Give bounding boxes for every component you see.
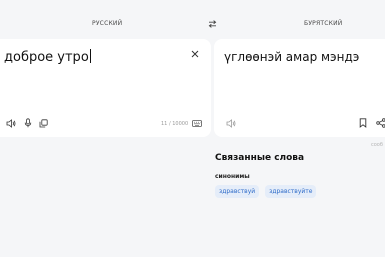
bookmark-icon: [359, 118, 367, 128]
share-button[interactable]: [375, 117, 385, 129]
synonyms-title: синонимы: [215, 173, 250, 180]
virtual-keyboard-button[interactable]: [191, 117, 203, 129]
related-words-section: Связанные слова синонимы здравствуй здра…: [215, 153, 385, 198]
translator-page: РУССКИЙ БУРЯТСКИЙ доброе утро 11 / 10000…: [0, 0, 385, 257]
synonym-chip[interactable]: здравствуй: [215, 185, 260, 198]
speaker-icon: [6, 118, 16, 128]
text-caret: [89, 49, 91, 63]
clear-button[interactable]: [189, 48, 201, 60]
related-words-title: Связанные слова: [215, 153, 305, 163]
synonym-chip[interactable]: здравствуйте: [265, 185, 317, 198]
swap-languages-button[interactable]: [206, 19, 218, 29]
source-language-selector[interactable]: РУССКИЙ: [92, 20, 122, 27]
keyboard-icon: [192, 119, 202, 127]
source-text-input[interactable]: доброе утро: [4, 49, 91, 65]
language-bar: РУССКИЙ БУРЯТСКИЙ: [0, 14, 385, 38]
character-counter: 11 / 10000: [161, 121, 189, 127]
bookmark-button[interactable]: [357, 117, 369, 129]
share-icon: [376, 118, 385, 128]
microphone-icon: [24, 118, 32, 128]
translation-panel: үглөөнэй амар мэндэ: [214, 39, 385, 137]
translation-output: үглөөнэй амар мэндэ: [224, 50, 360, 64]
target-language-selector[interactable]: БУРЯТСКИЙ: [304, 20, 342, 27]
swap-icon: [208, 20, 216, 28]
close-icon: [191, 50, 199, 58]
copy-source-button[interactable]: [37, 117, 49, 129]
copy-icon: [39, 118, 48, 127]
speaker-icon: [226, 118, 236, 128]
source-panel: доброе утро 11 / 10000: [0, 39, 211, 137]
report-link[interactable]: сооб: [371, 142, 383, 148]
listen-source-button[interactable]: [5, 117, 17, 129]
voice-input-button[interactable]: [22, 117, 34, 129]
synonym-chips: здравствуй здравствуйте: [215, 185, 385, 198]
listen-translation-button[interactable]: [225, 117, 237, 129]
